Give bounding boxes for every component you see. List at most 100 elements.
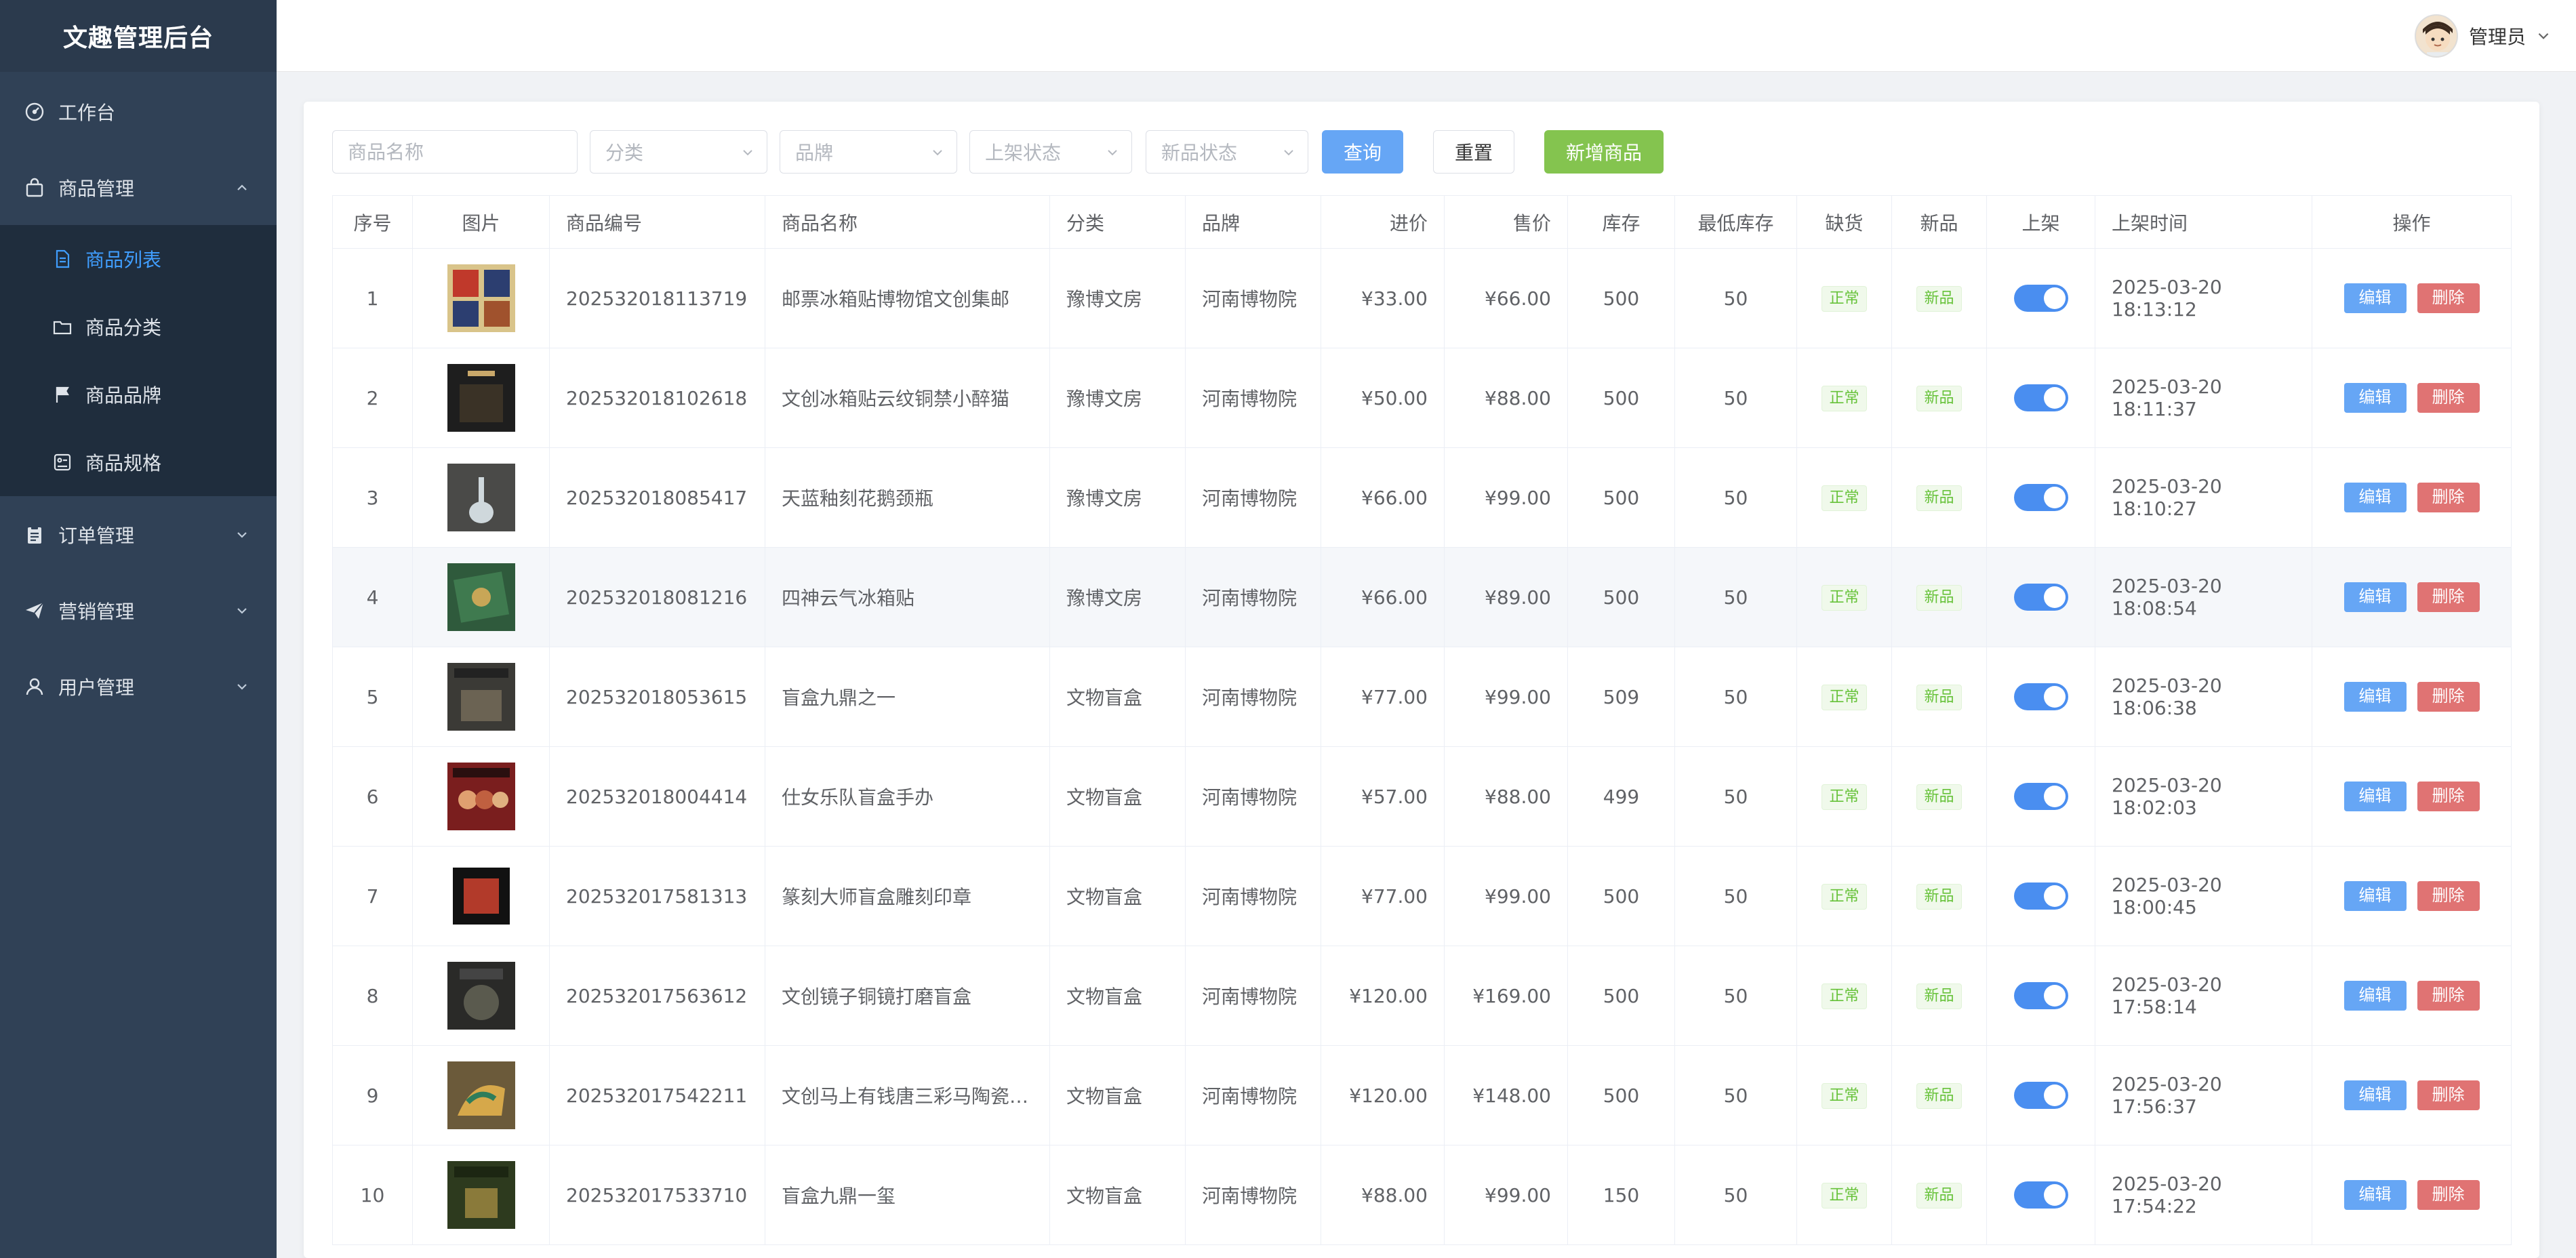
menu-orders-label: 订单管理 xyxy=(58,525,135,547)
goods-thumbnail-cell xyxy=(412,447,550,548)
clipboard-icon xyxy=(23,523,46,546)
goods-category: 豫博文房 xyxy=(1049,348,1186,448)
add-goods-button[interactable]: 新增商品 xyxy=(1544,130,1664,174)
delete-button[interactable]: 删除 xyxy=(2417,383,2480,413)
goods-thumbnail[interactable] xyxy=(447,1161,515,1229)
goods-min-stock: 50 xyxy=(1674,846,1797,946)
category-select[interactable]: 分类 xyxy=(590,130,767,174)
delete-button[interactable]: 删除 xyxy=(2417,483,2480,512)
lack-status-badge: 正常 xyxy=(1822,385,1867,411)
goods-code: 202532017563612 xyxy=(549,946,765,1046)
menu-users[interactable]: 用户管理 xyxy=(0,649,277,724)
lack-status-badge: 正常 xyxy=(1822,1082,1867,1109)
goods-thumbnail[interactable] xyxy=(447,862,515,930)
brand-select[interactable]: 品牌 xyxy=(780,130,957,174)
menu-marketing[interactable]: 营销管理 xyxy=(0,573,277,648)
shelf-time: 2025-03-20 18:08:54 xyxy=(2095,547,2312,647)
goods-thumbnail[interactable] xyxy=(447,663,515,731)
delete-button[interactable]: 删除 xyxy=(2417,1180,2480,1210)
shelf-status-select[interactable]: 上架状态 xyxy=(969,130,1132,174)
shelf-toggle[interactable] xyxy=(2013,783,2068,810)
spec-icon xyxy=(52,451,73,473)
submenu-goods-list[interactable]: 商品列表 xyxy=(0,225,277,293)
actions-cell: 编辑 删除 xyxy=(2312,946,2512,1046)
goods-min-stock: 50 xyxy=(1674,1145,1797,1245)
goods-thumbnail[interactable] xyxy=(447,364,515,432)
chevron-down-icon xyxy=(237,608,247,614)
app-title: 文趣管理后台 xyxy=(0,0,277,72)
submenu-goods-spec[interactable]: 商品规格 xyxy=(0,428,277,496)
goods-thumbnail[interactable] xyxy=(447,763,515,830)
menu-dashboard[interactable]: 工作台 xyxy=(0,75,277,149)
shelf-toggle[interactable] xyxy=(2013,882,2068,910)
goods-min-stock: 50 xyxy=(1674,547,1797,647)
chevron-down-icon xyxy=(933,150,942,156)
new-status-select[interactable]: 新品状态 xyxy=(1146,130,1308,174)
delete-button[interactable]: 删除 xyxy=(2417,1080,2480,1110)
shelf-cell xyxy=(1986,1145,2095,1245)
goods-thumbnail[interactable] xyxy=(447,962,515,1030)
goods-cost: ¥66.00 xyxy=(1321,547,1445,647)
goods-thumbnail[interactable] xyxy=(447,464,515,531)
col-header: 最低库存 xyxy=(1674,195,1797,249)
goods-thumbnail[interactable] xyxy=(447,1061,515,1129)
shelf-toggle[interactable] xyxy=(2013,683,2068,710)
delete-button[interactable]: 删除 xyxy=(2417,283,2480,313)
edit-button[interactable]: 编辑 xyxy=(2343,483,2407,512)
col-header: 操作 xyxy=(2312,195,2512,249)
flag-icon xyxy=(52,384,73,405)
delete-button[interactable]: 删除 xyxy=(2417,981,2480,1011)
delete-button[interactable]: 删除 xyxy=(2417,682,2480,712)
submenu-goods-category[interactable]: 商品分类 xyxy=(0,293,277,361)
goods-thumbnail[interactable] xyxy=(447,563,515,631)
edit-button[interactable]: 编辑 xyxy=(2343,881,2407,911)
edit-button[interactable]: 编辑 xyxy=(2343,1180,2407,1210)
new-cell: 新品 xyxy=(1891,248,1987,348)
goods-category: 文物盲盒 xyxy=(1049,1045,1186,1145)
edit-button[interactable]: 编辑 xyxy=(2343,981,2407,1011)
goods-name: 篆刻大师盲盒雕刻印章 xyxy=(765,846,1050,946)
edit-button[interactable]: 编辑 xyxy=(2343,283,2407,313)
edit-button[interactable]: 编辑 xyxy=(2343,582,2407,612)
user-menu[interactable]: 管理员 xyxy=(2414,12,2552,60)
goods-code: 202532018085417 xyxy=(549,447,765,548)
user-name: 管理员 xyxy=(2468,26,2526,48)
delete-button[interactable]: 删除 xyxy=(2417,582,2480,612)
new-cell: 新品 xyxy=(1891,647,1987,747)
lack-status-badge: 正常 xyxy=(1822,285,1867,312)
shelf-toggle[interactable] xyxy=(2013,1181,2068,1209)
send-icon xyxy=(23,599,46,622)
reset-button[interactable]: 重置 xyxy=(1433,130,1514,174)
actions-cell: 编辑 删除 xyxy=(2312,248,2512,348)
lack-cell: 正常 xyxy=(1796,1145,1892,1245)
goods-price: ¥66.00 xyxy=(1444,248,1568,348)
shelf-toggle[interactable] xyxy=(2013,484,2068,511)
goods-table: 序号 图片 商品编号 商品名称 分类 品牌 进价 售价 库存 最低库存 缺货 新… xyxy=(332,195,2512,1245)
submenu-goods-brand[interactable]: 商品品牌 xyxy=(0,361,277,428)
edit-button[interactable]: 编辑 xyxy=(2343,1080,2407,1110)
shelf-toggle[interactable] xyxy=(2013,1082,2068,1109)
edit-button[interactable]: 编辑 xyxy=(2343,682,2407,712)
goods-name-field[interactable] xyxy=(348,140,577,163)
goods-name: 四神云气冰箱贴 xyxy=(765,547,1050,647)
shelf-toggle[interactable] xyxy=(2013,384,2068,411)
shelf-toggle[interactable] xyxy=(2013,285,2068,312)
edit-button[interactable]: 编辑 xyxy=(2343,782,2407,811)
goods-thumbnail[interactable] xyxy=(447,264,515,332)
table-row: 7 202532017581313 篆刻大师盲盒雕刻印章 文物盲盒 河南博物院 ¥77.0… xyxy=(332,846,2512,946)
shelf-toggle[interactable] xyxy=(2013,982,2068,1009)
chevron-up-icon xyxy=(237,184,247,190)
goods-name-input[interactable] xyxy=(332,130,578,174)
menu-orders[interactable]: 订单管理 xyxy=(0,498,277,572)
menu-goods[interactable]: 商品管理 xyxy=(0,150,277,225)
lack-cell: 正常 xyxy=(1796,846,1892,946)
delete-button[interactable]: 删除 xyxy=(2417,881,2480,911)
category-select-placeholder: 分类 xyxy=(605,142,644,164)
shelf-toggle[interactable] xyxy=(2013,584,2068,611)
edit-button[interactable]: 编辑 xyxy=(2343,383,2407,413)
goods-thumbnail-cell xyxy=(412,1145,550,1245)
chevron-down-icon xyxy=(237,684,247,690)
delete-button[interactable]: 删除 xyxy=(2417,782,2480,811)
col-header: 进价 xyxy=(1321,195,1445,249)
query-button[interactable]: 查询 xyxy=(1322,130,1403,174)
